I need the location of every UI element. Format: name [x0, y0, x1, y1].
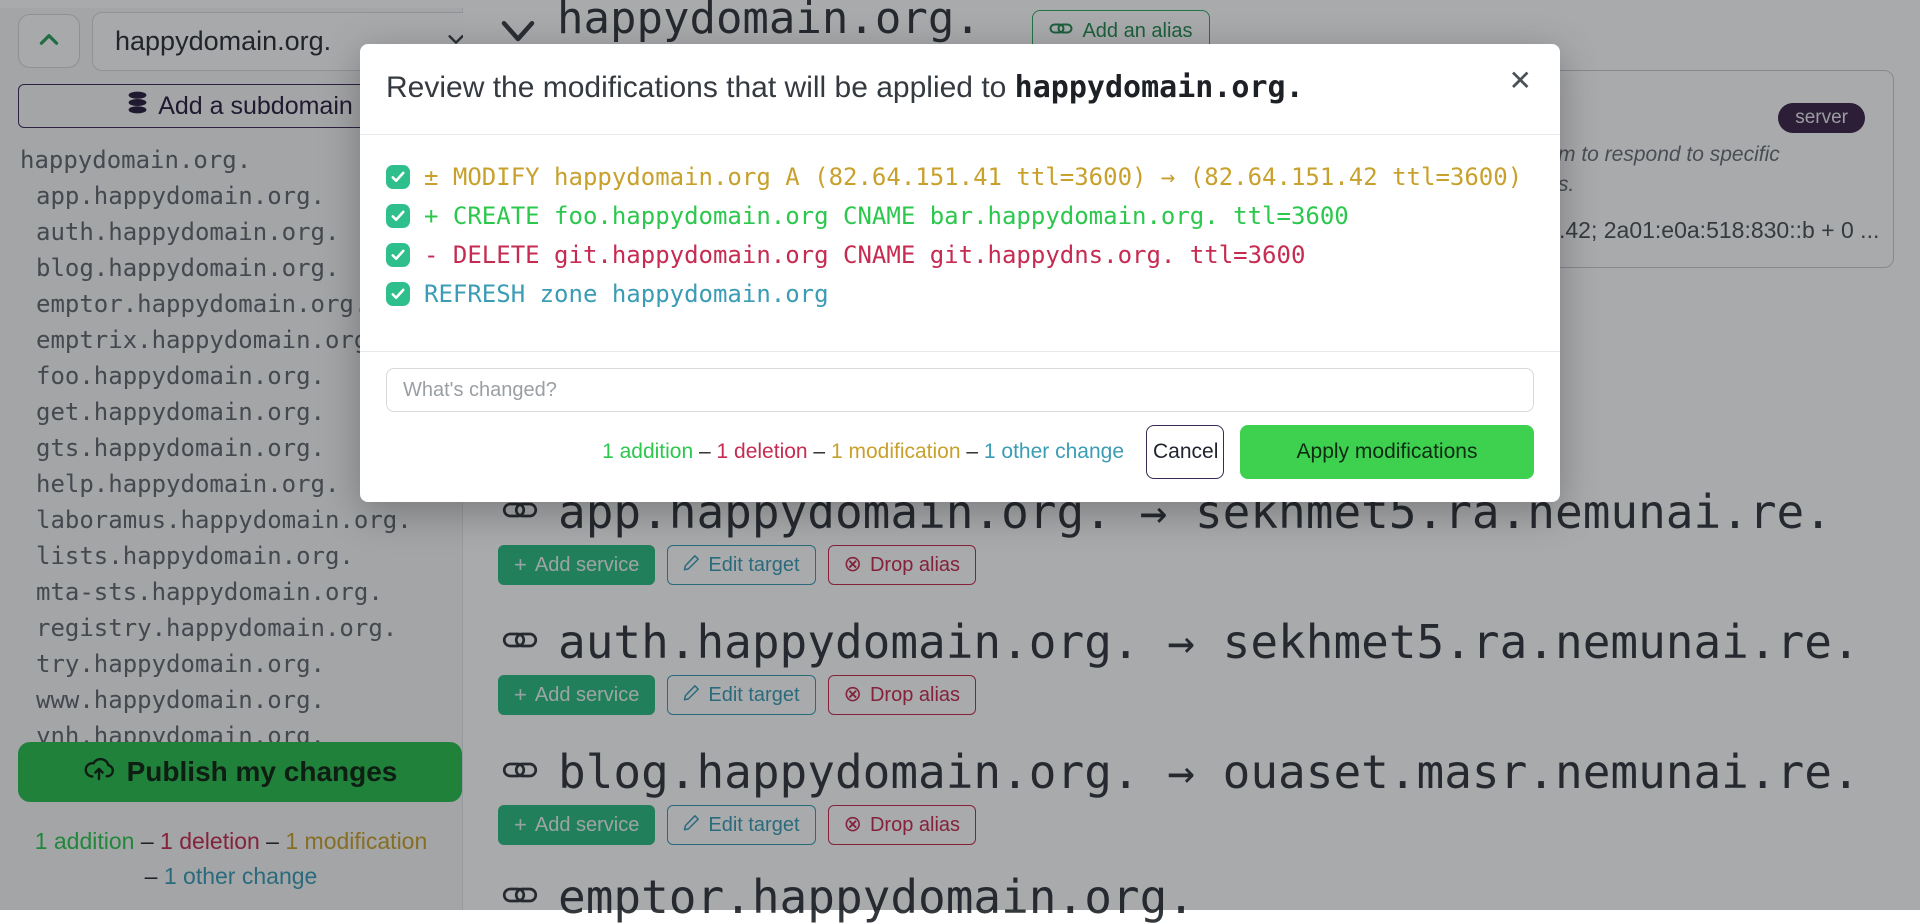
modification-checkbox[interactable]	[386, 243, 410, 267]
review-modifications-modal: Review the modifications that will be ap…	[360, 44, 1560, 502]
modification-row: + CREATE foo.happydomain.org CNAME bar.h…	[386, 202, 1349, 230]
modal-changes-summary: 1 addition – 1 deletion – 1 modification…	[602, 440, 1124, 464]
summary-modification: 1 modification	[831, 440, 961, 463]
change-comment-input[interactable]	[386, 368, 1534, 412]
modification-text: - DELETE git.happydomain.org CNAME git.h…	[424, 241, 1305, 269]
summary-addition: 1 addition	[602, 440, 693, 463]
modification-text: REFRESH zone happydomain.org	[424, 280, 829, 308]
summary-separator: –	[961, 440, 984, 463]
modification-row: REFRESH zone happydomain.org	[386, 280, 829, 308]
modal-header-divider	[360, 134, 1560, 135]
modification-checkbox[interactable]	[386, 204, 410, 228]
summary-separator: –	[693, 440, 716, 463]
modification-text: ± MODIFY happydomain.org A (82.64.151.41…	[424, 163, 1522, 191]
modal-title-domain: happydomain.org.	[1015, 70, 1304, 105]
summary-deletion: 1 deletion	[717, 440, 808, 463]
apply-modifications-button[interactable]: Apply modifications	[1240, 425, 1534, 479]
modification-row: - DELETE git.happydomain.org CNAME git.h…	[386, 241, 1305, 269]
modification-checkbox[interactable]	[386, 165, 410, 189]
cancel-button[interactable]: Cancel	[1146, 425, 1224, 479]
modification-text: + CREATE foo.happydomain.org CNAME bar.h…	[424, 202, 1349, 230]
summary-separator: –	[808, 440, 831, 463]
modal-body-divider	[360, 351, 1560, 352]
modification-row: ± MODIFY happydomain.org A (82.64.151.41…	[386, 163, 1522, 191]
modal-footer: 1 addition – 1 deletion – 1 modification…	[360, 424, 1560, 480]
close-icon[interactable]: ✕	[1503, 66, 1538, 96]
modification-checkbox[interactable]	[386, 282, 410, 306]
modal-title: Review the modifications that will be ap…	[386, 70, 1304, 105]
modal-title-prefix: Review the modifications that will be ap…	[386, 71, 1015, 104]
summary-other: 1 other change	[984, 440, 1124, 463]
